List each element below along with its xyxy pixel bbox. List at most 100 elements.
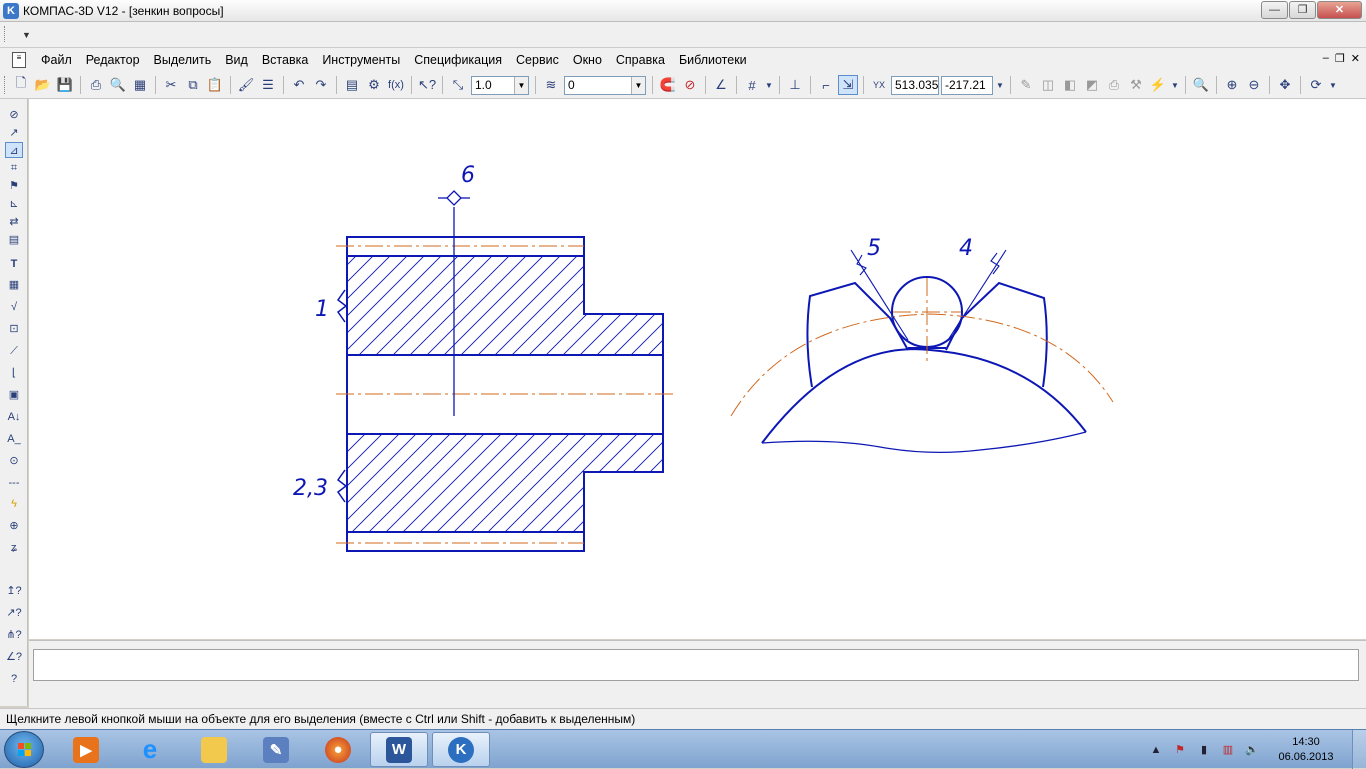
network-icon[interactable]: ▥ <box>1220 742 1236 758</box>
text-icon[interactable]: T <box>5 256 23 272</box>
dimensions-icon[interactable]: ↗ <box>5 125 23 141</box>
edit-tool-1-icon[interactable]: ✎ <box>1016 75 1036 95</box>
coord-x-field[interactable]: 513.035 <box>891 75 939 95</box>
leader-icon[interactable]: ⟋ <box>5 343 23 359</box>
menu-tools[interactable]: Инструменты <box>315 53 407 67</box>
view-arrow-icon[interactable]: A↓ <box>5 409 23 425</box>
edit-tool-6-icon[interactable]: ⚒ <box>1126 75 1146 95</box>
start-button[interactable] <box>4 731 44 768</box>
roughness-icon[interactable]: √ <box>5 299 23 315</box>
toolbar-grip-icon[interactable] <box>4 76 7 94</box>
pan-icon[interactable]: ✥ <box>1275 75 1295 95</box>
action-center-icon[interactable]: ⚑ <box>1172 742 1188 758</box>
layer-combo[interactable]: 0 ▼ <box>564 75 646 95</box>
curve-icon[interactable]: ʑ <box>5 540 23 556</box>
redo-icon[interactable]: ↷ <box>311 75 331 95</box>
taskbar-word[interactable]: W <box>370 732 428 767</box>
save-icon[interactable]: 💾 <box>55 75 75 95</box>
manager-icon[interactable]: ⚙ <box>364 75 384 95</box>
center-mark-icon[interactable]: ⊕ <box>5 518 23 534</box>
toolbar-grip-icon[interactable] <box>4 26 6 42</box>
taskbar-explorer[interactable] <box>185 732 243 767</box>
chevron-down-icon[interactable]: ▼ <box>22 30 31 40</box>
cut-line-icon[interactable]: A_ <box>5 431 23 447</box>
edit-tool-3-icon[interactable]: ◧ <box>1060 75 1080 95</box>
list-icon[interactable]: ☰ <box>258 75 278 95</box>
coord-axes-icon[interactable]: YX <box>869 75 889 95</box>
maximize-button[interactable]: ❐ <box>1289 1 1316 19</box>
select-icon[interactable]: ⇄ <box>5 214 23 230</box>
editing-icon[interactable]: ⌗ <box>5 160 23 176</box>
chevron-down-icon[interactable]: ▼ <box>514 76 528 94</box>
taskbar-media-player[interactable]: ▶ <box>57 732 115 767</box>
spec-icon[interactable]: ▤ <box>5 232 23 248</box>
copy-icon[interactable]: ⧉ <box>183 75 203 95</box>
zoom-out-icon[interactable]: ⊖ <box>1244 75 1264 95</box>
format-brush-icon[interactable]: 🖌 <box>236 75 256 95</box>
base-icon[interactable]: ⊡ <box>5 321 23 337</box>
menu-window[interactable]: Окно <box>566 53 609 67</box>
edit-tool-2-icon[interactable]: ◫ <box>1038 75 1058 95</box>
tolerance-icon[interactable]: ▣ <box>5 387 23 403</box>
open-folder-icon[interactable]: 📂 <box>33 75 53 95</box>
toolbar-overflow-icon[interactable]: ▼ <box>995 75 1005 95</box>
query-2-icon[interactable]: ↗? <box>5 605 23 621</box>
refresh-icon[interactable]: ⟳ <box>1306 75 1326 95</box>
print-icon[interactable]: ⎙ <box>86 75 106 95</box>
grid-icon[interactable]: # <box>742 75 762 95</box>
minimize-button[interactable]: — <box>1261 1 1288 19</box>
menu-specification[interactable]: Спецификация <box>407 53 509 67</box>
undo-icon[interactable]: ↶ <box>289 75 309 95</box>
volume-icon[interactable]: 🔈 <box>1244 742 1260 758</box>
chevron-down-icon[interactable]: ▼ <box>631 76 645 94</box>
wave-icon[interactable]: ϟ <box>5 496 23 512</box>
taskbar-ie[interactable]: e <box>121 732 179 767</box>
menu-libraries[interactable]: Библиотеки <box>672 53 754 67</box>
layers-icon[interactable]: ▤ <box>342 75 362 95</box>
grid-dropdown-icon[interactable]: ▼ <box>764 75 774 95</box>
battery-icon[interactable]: ▮ <box>1196 742 1212 758</box>
command-input[interactable] <box>33 649 1359 681</box>
cut-icon[interactable]: ✂ <box>161 75 181 95</box>
menu-file[interactable]: Файл <box>34 53 79 67</box>
snap-icon[interactable]: ⊘ <box>680 75 700 95</box>
menu-service[interactable]: Сервис <box>509 53 566 67</box>
close-button[interactable]: ✕ <box>1317 1 1362 19</box>
edit-tool-7-icon[interactable]: ⚡ <box>1148 75 1168 95</box>
new-document-icon[interactable]: 🗋 <box>11 75 31 95</box>
scale-combo[interactable]: 1.0 ▼ <box>471 75 529 95</box>
menu-view[interactable]: Вид <box>218 53 255 67</box>
zoom-in-icon[interactable]: ⊕ <box>1222 75 1242 95</box>
edit-tool-4-icon[interactable]: ◩ <box>1082 75 1102 95</box>
local-cs-icon[interactable]: ⊥ <box>785 75 805 95</box>
dash-line-icon[interactable]: --- <box>5 475 23 491</box>
angle-icon[interactable]: ∠ <box>711 75 731 95</box>
symbols-icon[interactable]: ⊿ <box>5 142 23 158</box>
variables-icon[interactable]: f(x) <box>386 75 406 95</box>
mdi-close-button[interactable]: ✕ <box>1351 52 1360 65</box>
zoom-window-icon[interactable]: 🔍 <box>1191 75 1211 95</box>
toolbar-overflow-2-icon[interactable]: ▼ <box>1170 75 1180 95</box>
measure-icon[interactable]: ⊾ <box>5 196 23 212</box>
ortho-icon[interactable]: ⌐ <box>816 75 836 95</box>
table-icon[interactable]: ▦ <box>5 277 23 293</box>
help-pointer-icon[interactable]: ↖? <box>417 75 437 95</box>
menu-select[interactable]: Выделить <box>147 53 219 67</box>
toolbar-overflow-3-icon[interactable]: ▼ <box>1328 75 1338 95</box>
taskbar-kompas[interactable]: K <box>432 732 490 767</box>
coord-y-field[interactable]: -217.21 <box>941 75 993 95</box>
cursor-snap-icon[interactable]: ⇲ <box>838 75 858 95</box>
geometry-icon[interactable]: ⊘ <box>5 107 23 123</box>
menu-insert[interactable]: Вставка <box>255 53 315 67</box>
query-4-icon[interactable]: ∠? <box>5 649 23 665</box>
axis-icon[interactable]: ⊙ <box>5 453 23 469</box>
taskbar-app[interactable]: ✎ <box>247 732 305 767</box>
print-preview-icon[interactable]: 🔍 <box>108 75 128 95</box>
taskbar-firefox[interactable]: ● <box>309 732 367 767</box>
scale-icon[interactable]: ⤡ <box>448 75 468 95</box>
tray-expand-icon[interactable]: ▲ <box>1148 742 1164 758</box>
menu-edit[interactable]: Редактор <box>79 53 147 67</box>
edit-tool-5-icon[interactable]: ⎙ <box>1104 75 1124 95</box>
document-icon[interactable]: ≡ <box>12 52 26 68</box>
magnet-icon[interactable]: 🧲 <box>658 75 678 95</box>
